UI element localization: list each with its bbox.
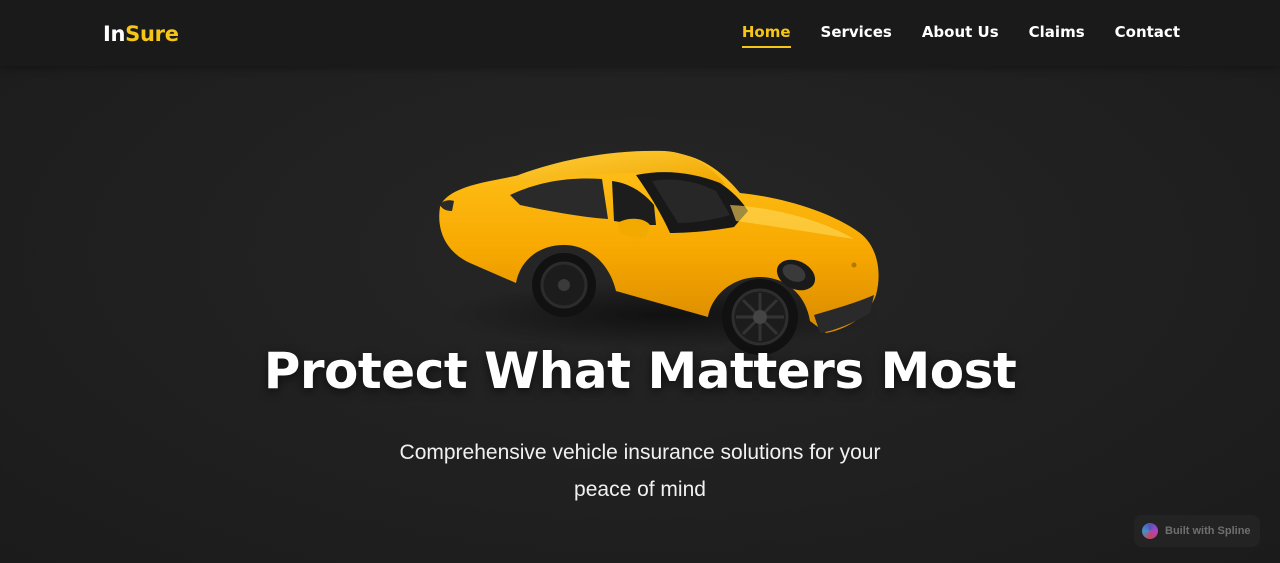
nav-link-contact[interactable]: Contact — [1115, 22, 1180, 48]
page: InSure Home Services About Us Claims Con… — [0, 0, 1280, 563]
built-with-spline-badge[interactable]: Built with Spline — [1134, 515, 1260, 547]
nav-link-claims[interactable]: Claims — [1029, 22, 1085, 48]
brand-logo-part-a: In — [103, 22, 126, 46]
brand-logo-part-b: Sure — [125, 22, 179, 46]
nav-links: Home Services About Us Claims Contact — [741, 22, 1180, 48]
spline-logo-icon — [1142, 523, 1158, 539]
hero-title: Protect What Matters Most — [263, 342, 1017, 400]
car-icon — [439, 150, 885, 355]
nav-link-services[interactable]: Services — [821, 22, 892, 48]
brand-logo[interactable]: InSure — [103, 20, 179, 48]
navbar: InSure Home Services About Us Claims Con… — [0, 0, 1280, 66]
hero-car-3d-scene[interactable] — [430, 145, 890, 355]
hero-subtitle: Comprehensive vehicle insurance solution… — [399, 441, 881, 501]
nav-link-about-us[interactable]: About Us — [922, 22, 999, 48]
nav-link-home[interactable]: Home — [741, 22, 791, 48]
spline-badge-label: Built with Spline — [1165, 525, 1251, 537]
